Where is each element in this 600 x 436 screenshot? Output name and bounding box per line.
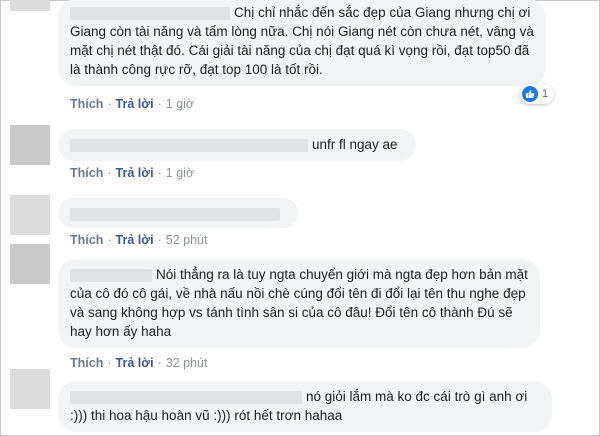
avatar[interactable] [10, 244, 50, 284]
reply-link[interactable]: Trả lời [116, 356, 154, 370]
timestamp[interactable]: 1 giờ [166, 97, 194, 111]
reply-link[interactable]: Trả lời [116, 166, 154, 180]
reaction-count[interactable]: 1 [520, 84, 555, 104]
author-name-blurred[interactable] [70, 268, 152, 282]
like-link[interactable]: Thích [70, 233, 103, 247]
author-name-blurred[interactable] [70, 6, 230, 20]
avatar[interactable] [10, 0, 50, 11]
like-link[interactable]: Thích [70, 356, 103, 370]
like-link[interactable]: Thích [70, 97, 103, 111]
avatar[interactable] [10, 195, 50, 235]
like-thumb-icon [522, 86, 538, 102]
author-name-blurred[interactable] [70, 207, 280, 221]
reaction-count-value: 1 [542, 88, 549, 100]
avatar[interactable] [10, 369, 50, 409]
avatar[interactable] [10, 125, 50, 165]
comment-bubble: Chị chỉ nhắc đến sắc đẹp của Giang nhưng… [58, 0, 546, 86]
comment-bubble: Nói thẳng ra là tuy ngta chuyển giới mà … [58, 259, 540, 348]
comment-actions: Thích · Trả lời · 1 giờ [70, 166, 195, 180]
comment-bubble [58, 198, 298, 228]
comment-actions: Thích · Trả lời · 1 giờ [70, 97, 195, 111]
author-name-blurred[interactable] [70, 138, 308, 152]
comment-bubble: unfr fl ngay ae [58, 129, 416, 161]
comment-actions: Thích · Trả lời · 32 phút [70, 356, 208, 370]
timestamp[interactable]: 52 phút [166, 233, 208, 247]
comment-bubble: nó giỏi lắm mà ko đc cái trò gì anh ơi :… [58, 381, 552, 432]
reply-link[interactable]: Trả lời [116, 97, 154, 111]
comment-text: unfr fl ngay ae [312, 137, 398, 152]
reply-link[interactable]: Trả lời [116, 233, 154, 247]
like-link[interactable]: Thích [70, 166, 103, 180]
comment-actions: Thích · Trả lời · 52 phút [70, 233, 208, 247]
timestamp[interactable]: 1 giờ [166, 166, 194, 180]
timestamp[interactable]: 32 phút [166, 356, 208, 370]
author-name-blurred[interactable] [70, 390, 302, 404]
